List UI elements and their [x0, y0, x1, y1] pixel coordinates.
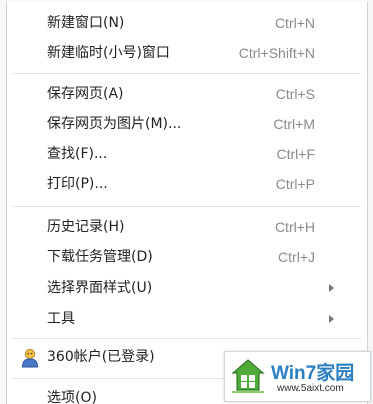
browser-main-menu: 新建窗口(N) Ctrl+N 新建临时(小号)窗口 Ctrl+Shift+N 保… [6, 2, 368, 404]
menu-item-shortcut: Ctrl+H [274, 219, 315, 235]
house-logo-icon [231, 359, 265, 393]
menu-item-save-page-as-image[interactable]: 保存网页为图片(M)... Ctrl+M [7, 110, 367, 138]
menu-item-label: 保存网页(A) [47, 86, 124, 102]
menu-separator [13, 338, 361, 339]
menu-item-label: 保存网页为图片(M)... [47, 116, 182, 132]
menu-item-label: 工具 [47, 311, 75, 327]
menu-item-save-page[interactable]: 保存网页(A) Ctrl+S [7, 80, 367, 108]
menu-item-shortcut: Ctrl+S [275, 86, 315, 102]
menu-item-label: 历史记录(H) [47, 219, 125, 235]
menu-item-label: 360帐户(已登录) [47, 349, 155, 365]
chevron-right-icon [329, 315, 334, 323]
menu-item-label: 打印(P)... [47, 176, 108, 192]
menu-item-shortcut: Ctrl+M [273, 116, 315, 132]
menu-item-label: 选项(O) [47, 390, 97, 404]
page: 新建窗口(N) Ctrl+N 新建临时(小号)窗口 Ctrl+Shift+N 保… [0, 0, 373, 404]
menu-item-tools[interactable]: 工具 [7, 305, 367, 333]
menu-item-label: 选择界面样式(U) [47, 280, 153, 296]
menu-item-downloads[interactable]: 下载任务管理(D) Ctrl+J [7, 243, 367, 271]
menu-item-shortcut: Ctrl+F [276, 146, 316, 162]
menu-item-label: 查找(F)... [47, 146, 108, 162]
menu-item-new-window[interactable]: 新建窗口(N) Ctrl+N [7, 9, 367, 37]
chevron-right-icon [329, 284, 334, 292]
user-icon [21, 348, 39, 368]
menu-item-label: 下载任务管理(D) [47, 249, 153, 265]
menu-separator [13, 206, 361, 207]
menu-item-choose-skin[interactable]: 选择界面样式(U) [7, 274, 367, 302]
menu-item-print[interactable]: 打印(P)... Ctrl+P [7, 170, 367, 198]
menu-item-label: 新建窗口(N) [47, 15, 125, 31]
menu-item-label: 新建临时(小号)窗口 [47, 45, 170, 61]
watermark-url: www.5aixt.com [277, 383, 344, 394]
menu-item-shortcut: Ctrl+P [275, 176, 315, 192]
menu-item-new-private-window[interactable]: 新建临时(小号)窗口 Ctrl+Shift+N [7, 39, 367, 67]
menu-item-shortcut: Ctrl+N [274, 15, 315, 31]
menu-item-shortcut: Ctrl+Shift+N [238, 45, 315, 61]
menu-separator [13, 73, 361, 74]
menu-item-shortcut: Ctrl+J [278, 249, 315, 265]
watermark-title: Win7家园 [271, 363, 355, 384]
site-watermark: Win7家园 www.5aixt.com [224, 351, 371, 402]
menu-item-history[interactable]: 历史记录(H) Ctrl+H [7, 213, 367, 241]
menu-item-find[interactable]: 查找(F)... Ctrl+F [7, 140, 367, 168]
